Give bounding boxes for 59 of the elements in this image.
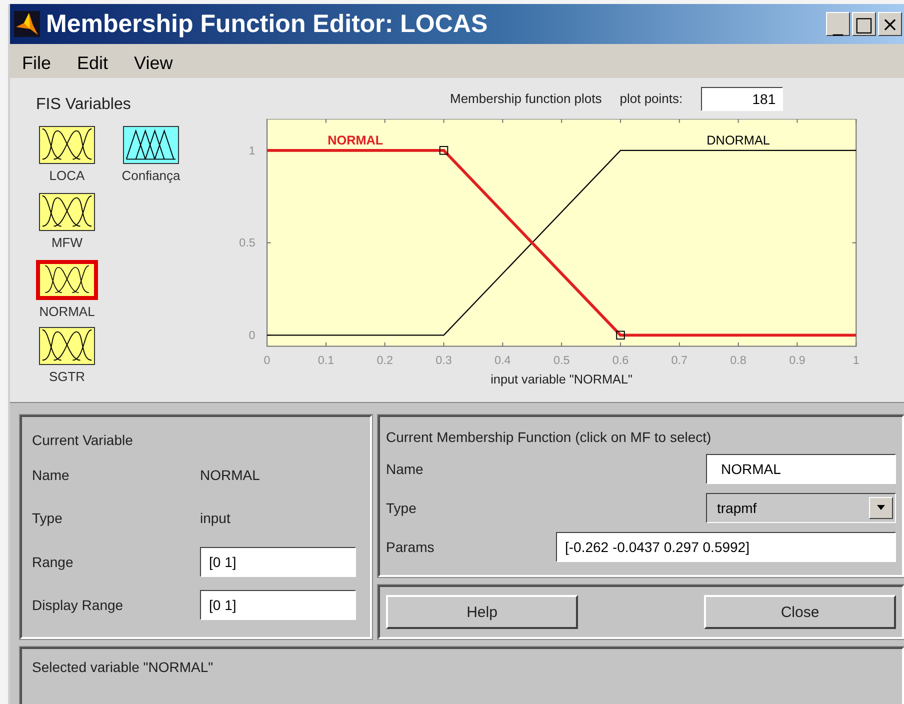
curve-label: NORMAL: [328, 134, 384, 148]
variable-label: MFW: [51, 235, 83, 250]
field-label: Display Range: [32, 597, 124, 614]
variable-label: SGTR: [48, 369, 86, 384]
field-label: plot points:: [620, 91, 683, 106]
variable-icon[interactable]: [123, 126, 179, 164]
panel-title: Current Membership Function (click on MF to select): [386, 429, 712, 445]
field-label: Range: [32, 554, 74, 570]
curve-label: DNORMAL: [706, 134, 770, 148]
field-label: Type: [32, 510, 64, 526]
axis-tick-label: 1: [852, 354, 860, 367]
axis-tick-label: 0: [248, 329, 256, 342]
help-button[interactable]: Help: [386, 595, 578, 629]
type-dropdown[interactable]: trapmf: [706, 492, 896, 523]
axis-label: input variable "NORMAL": [490, 372, 633, 386]
axis-tick-label: 1: [248, 144, 256, 158]
minimize-button[interactable]: _: [826, 12, 850, 36]
field-value: NORMAL: [200, 466, 261, 483]
app-logo-icon: [14, 11, 40, 37]
variable-label: LOCA: [49, 168, 85, 183]
field-label: Name: [386, 460, 424, 477]
variable-label: NORMAL: [39, 304, 95, 319]
maximize-button[interactable]: □: [852, 12, 876, 36]
axis-tick-label: 0.5: [239, 236, 256, 250]
axis-tick-label: 0.7: [671, 354, 688, 367]
axis-tick-label: 0.3: [436, 354, 452, 367]
dropdown-arrow-icon: [876, 504, 886, 511]
field-value: input: [200, 510, 232, 526]
axis-tick-label: 0.5: [553, 354, 570, 367]
status-text: Selected variable "NORMAL": [32, 659, 214, 675]
variable-icon[interactable]: [39, 327, 95, 365]
window-title: Membership Function Editor: LOCAS: [46, 10, 489, 38]
axis-tick-label: 0.6: [612, 354, 629, 367]
close-button[interactable]: Close: [704, 595, 896, 629]
axis-tick-label: 0.9: [789, 354, 806, 367]
field-label: Type: [386, 500, 418, 516]
variable-icon[interactable]: [39, 193, 95, 231]
section-title: FIS Variables: [36, 96, 131, 114]
close-button[interactable]: ×: [878, 12, 902, 36]
axis-tick-label: 0.4: [494, 354, 511, 367]
variable-icon[interactable]: [39, 126, 95, 164]
menu-item[interactable]: Edit: [75, 52, 110, 74]
field-label: Params: [386, 539, 436, 556]
text-field[interactable]: [0 1]: [200, 546, 356, 577]
params-field[interactable]: [-0.262 -0.0437 0.297 0.5992]: [556, 532, 896, 562]
plot-title: Membership function plots: [450, 91, 602, 106]
name-field[interactable]: NORMAL: [706, 454, 896, 484]
axis-tick-label: 0.1: [318, 354, 334, 367]
menu-item[interactable]: View: [132, 52, 175, 74]
axis-tick-label: 0.2: [376, 354, 393, 367]
plot-points-field[interactable]: 181: [700, 86, 783, 111]
variable-icon[interactable]: [36, 260, 98, 300]
menu-item[interactable]: File: [20, 52, 54, 74]
text-field[interactable]: [0 1]: [200, 590, 356, 620]
field-label: Name: [32, 466, 70, 483]
panel-title: Current Variable: [32, 432, 134, 448]
variable-label: Confiança: [122, 168, 180, 183]
axis-tick-label: 0.8: [730, 354, 746, 367]
axis-tick-label: 0: [264, 354, 270, 367]
